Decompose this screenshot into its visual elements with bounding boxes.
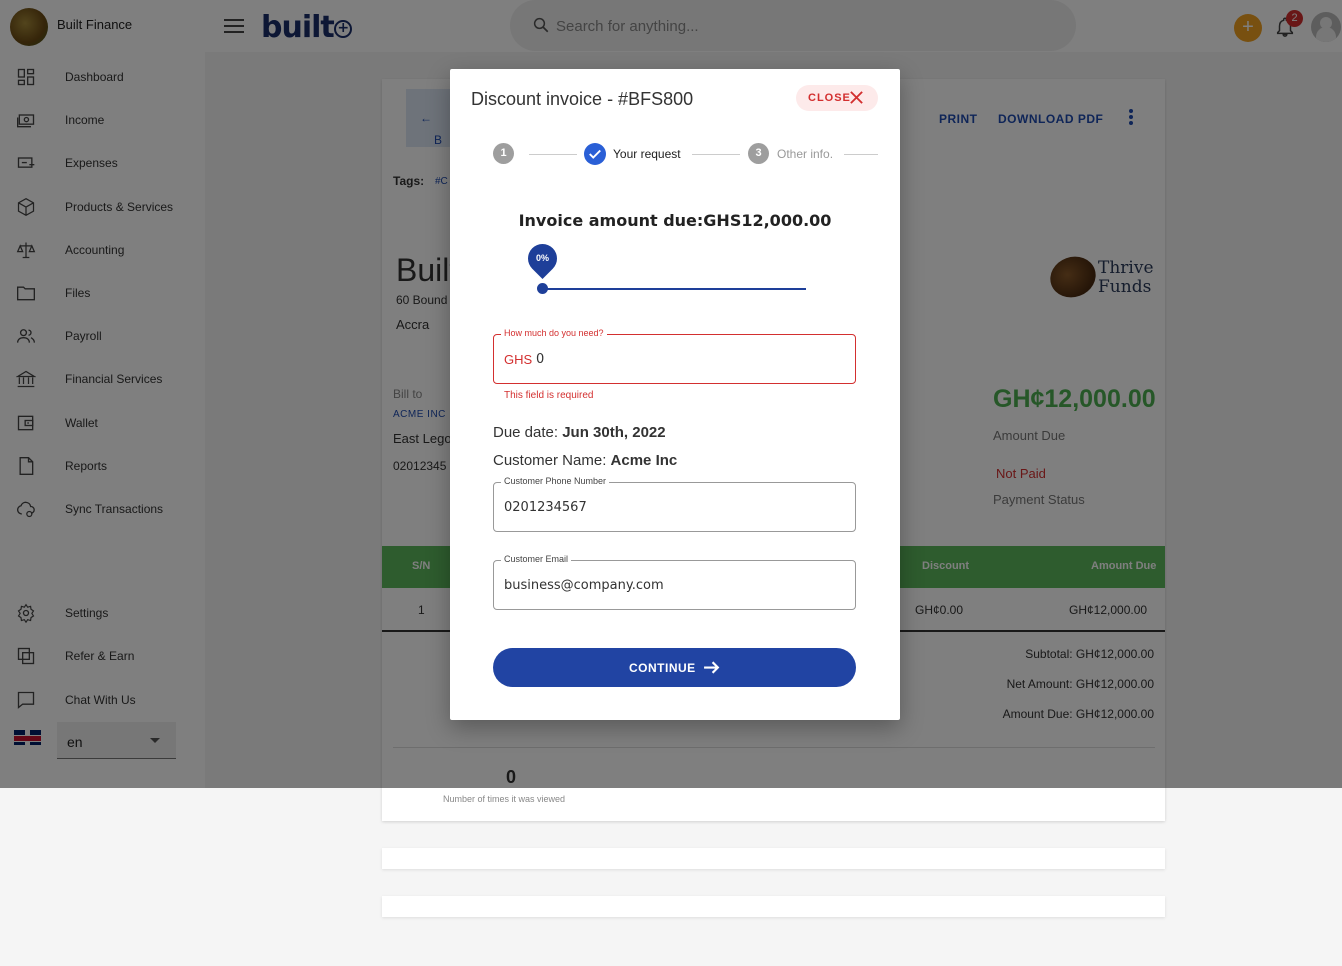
check-icon (589, 149, 601, 159)
currency-prefix: GHS (504, 352, 533, 367)
step-2-label: Your request (613, 147, 681, 161)
step-3-label: Other info. (777, 147, 834, 161)
customer-phone-field[interactable]: Customer Phone Number (493, 476, 856, 532)
customer-email-field[interactable]: Customer Email (493, 554, 856, 610)
continue-label: CONTINUE (629, 661, 696, 675)
field-error-message: This field is required (504, 390, 594, 401)
invoice-amount-heading: Invoice amount due:GHS12,000.00 (518, 211, 832, 230)
collapsed-card (382, 896, 1165, 917)
due-date-value: Jun 30th, 2022 (562, 424, 666, 441)
close-icon (850, 91, 863, 104)
views-label: Number of times it was viewed (443, 794, 566, 804)
close-button[interactable]: CLOSE (796, 85, 878, 111)
collapsed-card (382, 848, 1165, 869)
customer-email-input[interactable] (504, 575, 834, 595)
customer-email-label: Customer Email (501, 554, 572, 564)
customer-phone-input[interactable] (504, 497, 834, 517)
continue-button[interactable]: CONTINUE (493, 648, 856, 687)
step-1-indicator: 1 (493, 143, 514, 164)
customer-name-row: Customer Name: Acme Inc (493, 452, 678, 469)
discount-slider-track[interactable] (542, 288, 806, 290)
due-date-row: Due date: Jun 30th, 2022 (493, 424, 666, 441)
amount-needed-field[interactable]: How much do you need? GHS (493, 328, 866, 384)
step-connector (529, 154, 577, 155)
discount-invoice-dialog: Discount invoice - #BFS800 CLOSE 1 Your … (450, 69, 900, 720)
amount-needed-input[interactable] (536, 349, 866, 369)
step-connector (844, 154, 878, 155)
amount-needed-label: How much do you need? (501, 328, 607, 338)
customer-name-value: Acme Inc (610, 452, 678, 469)
step-2-indicator (584, 143, 606, 165)
slider-thumb[interactable] (537, 283, 548, 294)
arrow-right-icon (704, 661, 720, 674)
dialog-title: Discount invoice - #BFS800 (471, 89, 694, 109)
step-3-indicator: 3 (748, 143, 769, 164)
customer-phone-label: Customer Phone Number (501, 476, 610, 486)
step-connector (692, 154, 740, 155)
close-label: CLOSE (808, 92, 851, 104)
slider-value-label: 0% (535, 253, 549, 263)
